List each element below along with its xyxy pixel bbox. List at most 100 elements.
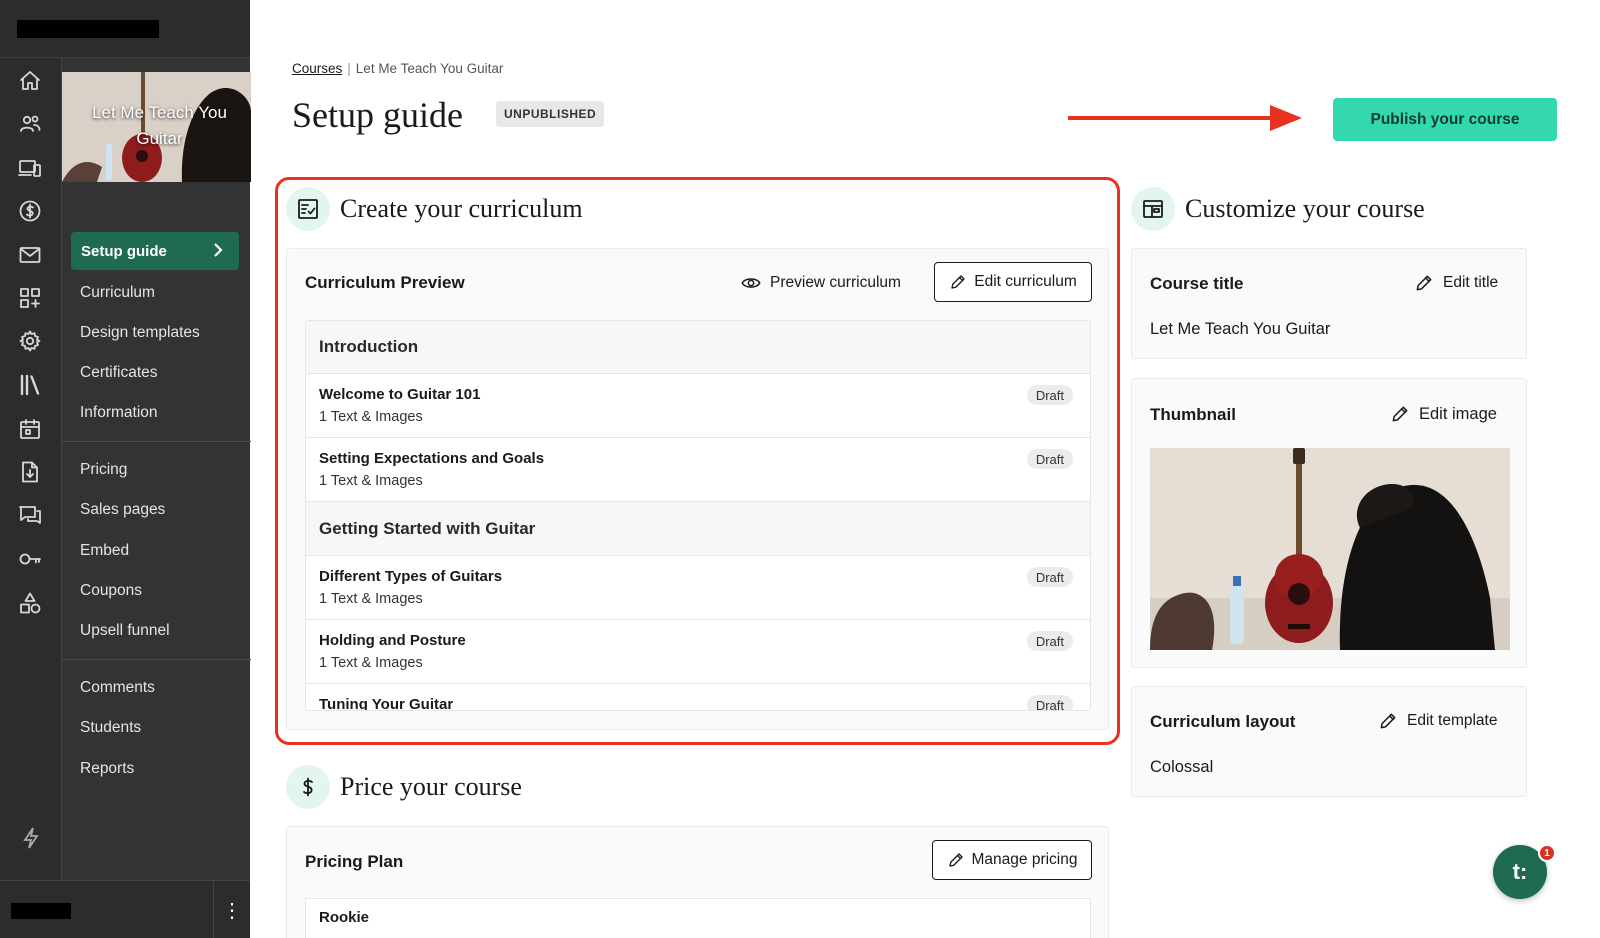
- lesson-meta: 1 Text & Images: [319, 591, 423, 607]
- bolt-icon[interactable]: [21, 827, 41, 854]
- chat-icon[interactable]: [17, 502, 43, 528]
- page-title: Setup guide: [292, 95, 463, 135]
- apps-icon[interactable]: [17, 285, 43, 311]
- nav-divider: [62, 441, 251, 442]
- draft-badge: Draft: [1026, 695, 1073, 710]
- curriculum-list: Introduction Welcome to Guitar 101 1 Tex…: [305, 320, 1091, 711]
- pricing-plan-card: Pricing Plan Manage pricing Rookie: [286, 826, 1109, 938]
- mail-icon[interactable]: [17, 242, 43, 268]
- lesson-title: Tuning Your Guitar: [319, 696, 454, 711]
- course-thumbnail[interactable]: Let Me Teach You Guitar: [62, 72, 251, 182]
- lesson-title: Setting Expectations and Goals: [319, 450, 545, 467]
- devices-icon[interactable]: [17, 155, 43, 181]
- nav-upsell-funnel[interactable]: Upsell funnel: [80, 622, 170, 640]
- breadcrumb: Courses | Let Me Teach You Guitar: [292, 61, 503, 76]
- nav-pricing[interactable]: Pricing: [80, 461, 127, 479]
- pencil-icon: [1416, 275, 1432, 291]
- lesson-row[interactable]: Tuning Your Guitar Draft: [306, 684, 1090, 711]
- account-bar: ⋮: [0, 880, 250, 938]
- home-icon[interactable]: [17, 68, 43, 94]
- nav-reports[interactable]: Reports: [80, 760, 134, 778]
- dollar-icon[interactable]: [17, 198, 43, 224]
- course-title-label: Course title: [1150, 274, 1244, 293]
- school-header: [0, 0, 250, 58]
- shapes-icon[interactable]: [17, 590, 43, 616]
- edit-title-button[interactable]: Edit title: [1414, 273, 1498, 293]
- draft-badge: Draft: [1026, 631, 1073, 651]
- sidebar-course-title: Let Me Teach You Guitar: [92, 103, 227, 148]
- pricing-section-title: Price your course: [340, 772, 522, 801]
- lesson-row[interactable]: Welcome to Guitar 101 1 Text & Images Dr…: [306, 374, 1090, 438]
- guitar-photo: [1150, 448, 1510, 650]
- dollar-icon: [286, 765, 330, 809]
- nav-certificates[interactable]: Certificates: [80, 364, 158, 382]
- nav-curriculum[interactable]: Curriculum: [80, 284, 155, 302]
- nav-coupons[interactable]: Coupons: [80, 582, 142, 600]
- edit-template-button[interactable]: Edit template: [1378, 711, 1497, 731]
- pencil-icon: [1392, 406, 1408, 422]
- status-badge: UNPUBLISHED: [496, 101, 605, 127]
- edit-image-label: Edit image: [1419, 404, 1497, 423]
- eye-icon: [741, 278, 761, 288]
- nav-sales-pages[interactable]: Sales pages: [80, 501, 165, 519]
- annotation-arrow: [1068, 105, 1302, 131]
- nav-setup-guide-label: Setup guide: [81, 242, 167, 260]
- lesson-row[interactable]: Different Types of Guitars 1 Text & Imag…: [306, 556, 1090, 620]
- customize-section-title: Customize your course: [1185, 194, 1425, 223]
- course-title-value: Let Me Teach You Guitar: [1150, 320, 1331, 338]
- school-name-redacted: [17, 20, 159, 38]
- pricing-section-header: Price your course: [286, 765, 522, 809]
- lesson-meta: 1 Text & Images: [319, 409, 423, 425]
- notification-badge: 1: [1538, 844, 1556, 862]
- gear-icon[interactable]: [17, 328, 43, 354]
- course-thumbnail-preview[interactable]: [1150, 448, 1510, 650]
- edit-curriculum-button[interactable]: Edit curriculum: [934, 262, 1092, 302]
- edit-template-label: Edit template: [1407, 712, 1498, 729]
- course-title-card: Course title Edit title Let Me Teach You…: [1131, 248, 1527, 359]
- lesson-title: Holding and Posture: [319, 632, 466, 649]
- preview-curriculum-label: Preview curriculum: [770, 274, 901, 291]
- owner-name-redacted[interactable]: [11, 903, 71, 919]
- chapter-header[interactable]: Introduction: [306, 321, 1090, 374]
- thumbnail-card: Thumbnail Edit image: [1131, 378, 1527, 668]
- curriculum-section-header: Create your curriculum: [286, 187, 583, 231]
- calendar-icon[interactable]: [17, 416, 43, 442]
- download-file-icon[interactable]: [17, 459, 43, 485]
- manage-pricing-button[interactable]: Manage pricing: [932, 840, 1092, 880]
- curriculum-preview-title: Curriculum Preview: [305, 273, 465, 292]
- breadcrumb-separator: |: [347, 61, 351, 76]
- lesson-meta: 1 Text & Images: [319, 473, 423, 489]
- preview-curriculum-button[interactable]: Preview curriculum: [741, 273, 901, 293]
- curriculum-preview-card: Curriculum Preview Preview curriculum Ed…: [286, 248, 1109, 730]
- key-icon[interactable]: [17, 546, 43, 572]
- nav-design-templates[interactable]: Design templates: [80, 324, 200, 342]
- nav-information[interactable]: Information: [80, 404, 158, 422]
- library-icon[interactable]: [17, 372, 43, 398]
- lesson-row[interactable]: Holding and Posture 1 Text & Images Draf…: [306, 620, 1090, 684]
- nav-comments[interactable]: Comments: [80, 679, 155, 697]
- icon-rail: [0, 0, 61, 938]
- pricing-plan-title: Pricing Plan: [305, 852, 404, 871]
- curriculum-section-title: Create your curriculum: [340, 194, 583, 223]
- pricing-plan-name[interactable]: Rookie: [319, 909, 369, 926]
- users-icon[interactable]: [17, 111, 43, 137]
- lesson-meta: 1 Text & Images: [319, 655, 423, 671]
- edit-image-button[interactable]: Edit image: [1390, 404, 1497, 424]
- lesson-row[interactable]: Setting Expectations and Goals 1 Text & …: [306, 438, 1090, 502]
- more-options-icon[interactable]: ⋮: [213, 881, 250, 938]
- nav-setup-guide[interactable]: Setup guide: [71, 232, 239, 270]
- draft-badge: Draft: [1026, 567, 1073, 587]
- draft-badge: Draft: [1026, 385, 1073, 405]
- lesson-title: Welcome to Guitar 101: [319, 386, 481, 403]
- checklist-icon: [286, 187, 330, 231]
- breadcrumb-courses-link[interactable]: Courses: [292, 61, 342, 76]
- edit-title-label: Edit title: [1443, 274, 1499, 291]
- nav-students[interactable]: Students: [80, 719, 141, 737]
- curriculum-layout-value: Colossal: [1150, 758, 1214, 776]
- course-sidebar: Let Me Teach You Guitar Setup guide Curr…: [61, 58, 251, 938]
- chapter-header[interactable]: Getting Started with Guitar: [306, 502, 1090, 556]
- nav-embed[interactable]: Embed: [80, 542, 129, 560]
- main-content: Courses | Let Me Teach You Guitar Setup gu…: [250, 0, 1600, 938]
- chevron-right-icon: [209, 241, 227, 259]
- publish-course-button[interactable]: Publish your course: [1333, 98, 1557, 141]
